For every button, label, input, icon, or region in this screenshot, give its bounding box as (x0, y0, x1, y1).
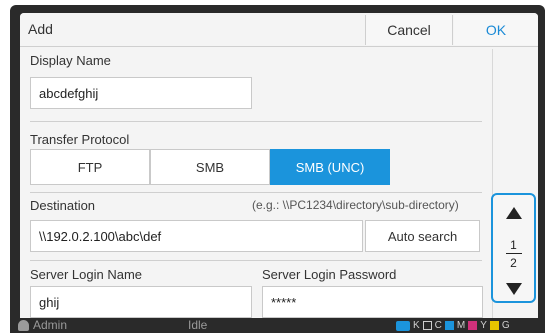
protocol-option-smb-unc[interactable]: SMB (UNC) (270, 149, 390, 185)
dialog-titlebar: Add Cancel OK (20, 13, 538, 47)
page-scroller: 1 2 (491, 193, 536, 303)
ink-y-label: Y (480, 320, 487, 331)
dialog-title: Add (28, 21, 53, 37)
page-total: 2 (510, 256, 517, 270)
ink-y-level (489, 321, 499, 330)
server-login-name-label: Server Login Name (30, 267, 142, 282)
display-name-label: Display Name (30, 53, 111, 68)
scroll-down-icon[interactable] (506, 283, 522, 295)
transfer-protocol-label: Transfer Protocol (30, 132, 130, 147)
divider (30, 192, 482, 193)
ink-m-level (468, 321, 478, 330)
scroll-up-icon[interactable] (506, 207, 522, 219)
page-current: 1 (510, 238, 517, 252)
server-login-name-field[interactable]: ghij (30, 286, 252, 318)
page-fraction-line (506, 253, 522, 254)
dialog-content: Display Name abcdefghij Transfer Protoco… (20, 48, 492, 318)
add-dialog: Add Cancel OK Display Name abcdefghij Tr… (20, 13, 538, 318)
ok-button[interactable]: OK (454, 15, 538, 45)
status-user[interactable]: Admin (18, 318, 67, 332)
divider (30, 260, 482, 261)
protocol-option-smb[interactable]: SMB (150, 149, 270, 185)
ink-c-level (444, 321, 454, 330)
cancel-button[interactable]: Cancel (365, 15, 453, 45)
ink-status: K C M Y G (396, 320, 510, 331)
auto-search-button[interactable]: Auto search (365, 220, 480, 252)
status-state: Idle (188, 318, 208, 332)
server-login-password-field[interactable]: ***** (262, 286, 483, 318)
server-login-password-label: Server Login Password (262, 267, 397, 282)
divider (30, 121, 482, 122)
user-icon (18, 319, 29, 331)
destination-field[interactable]: \\192.0.2.100\abc\def (30, 220, 363, 252)
ink-k-level (422, 321, 432, 330)
destination-hint: (e.g.: \\PC1234\directory\sub-directory) (252, 198, 459, 212)
ink-k-label: K (413, 320, 420, 331)
ink-c-label: C (434, 320, 442, 331)
status-user-label: Admin (33, 318, 68, 332)
ink-bucket-icon (396, 320, 410, 331)
protocol-option-ftp[interactable]: FTP (30, 149, 150, 185)
ink-m-label: M (456, 320, 466, 331)
destination-label: Destination (30, 198, 96, 213)
display-name-field[interactable]: abcdefghij (30, 77, 252, 109)
ink-g-label: G (501, 320, 510, 331)
